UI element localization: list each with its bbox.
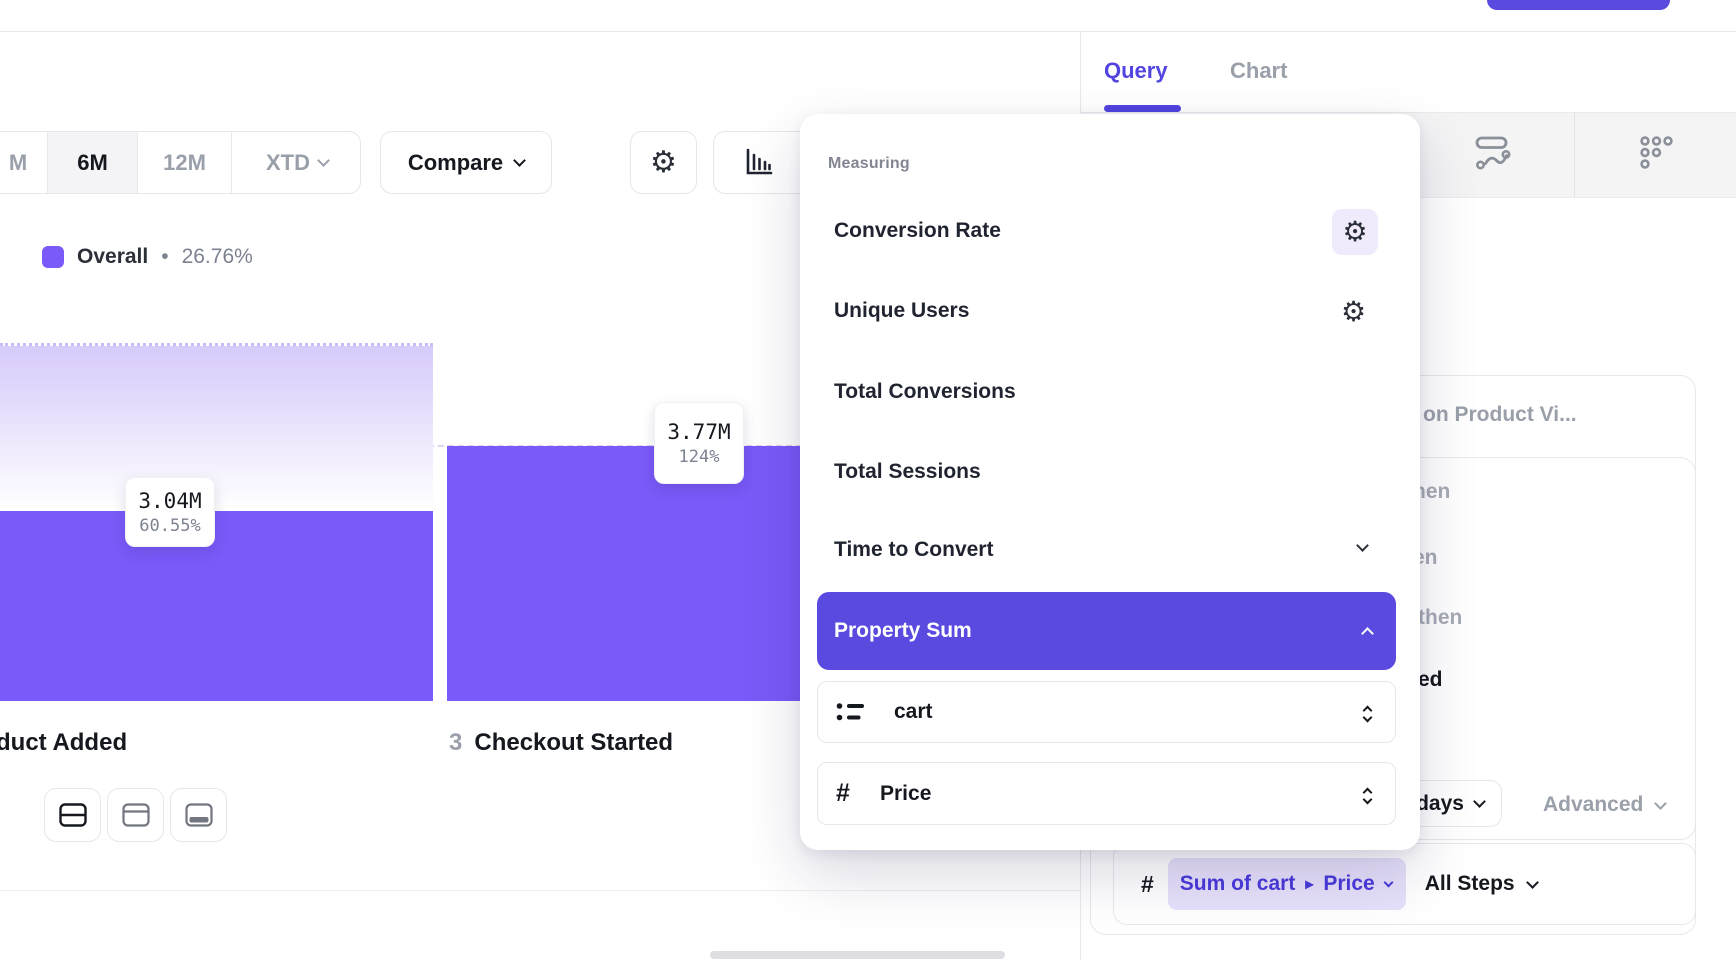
time-range-12m[interactable]: 12M bbox=[137, 132, 231, 193]
sum-of-cart-price-chip[interactable]: Sum of cart ▸ Price bbox=[1168, 858, 1406, 910]
days-label: days bbox=[1416, 792, 1464, 816]
property-sum-label: Property Sum bbox=[834, 619, 972, 643]
all-steps-label: All Steps bbox=[1425, 872, 1515, 896]
breakdown-view-button[interactable] bbox=[1638, 134, 1678, 179]
number-type-icon: # bbox=[836, 779, 866, 808]
step-name: Checkout Started bbox=[474, 729, 673, 756]
layout-split-horizontal-button[interactable] bbox=[44, 788, 101, 842]
select-stepper-icon bbox=[1364, 703, 1371, 721]
chart-legend[interactable]: Overall • 26.76% bbox=[42, 245, 253, 269]
compare-label: Compare bbox=[408, 150, 503, 176]
value-label: 3.04M bbox=[138, 489, 201, 513]
chevron-down-icon bbox=[317, 154, 330, 167]
dots-grid-icon bbox=[1638, 134, 1678, 174]
menu-item-unique-users[interactable]: Unique Users bbox=[834, 299, 969, 323]
chevron-down-icon bbox=[1473, 795, 1486, 808]
layout-bottom-panel-button[interactable] bbox=[170, 788, 227, 842]
conversion-label: 124% bbox=[679, 447, 720, 467]
funnel-step-label-1: duct Added bbox=[0, 729, 127, 757]
conversion-label: 60.55% bbox=[139, 516, 200, 536]
time-range-xtd-label: XTD bbox=[266, 150, 310, 176]
legend-series-name: Overall bbox=[77, 245, 148, 269]
all-steps-selector[interactable]: All Steps bbox=[1425, 872, 1537, 896]
chart-bottom-divider bbox=[0, 890, 1080, 891]
split-rows-icon bbox=[59, 803, 87, 827]
menu-item-property-sum-selected[interactable]: Property Sum bbox=[817, 592, 1396, 670]
funnel-bar-1[interactable] bbox=[0, 511, 433, 701]
layout-top-panel-button[interactable] bbox=[107, 788, 164, 842]
arrow-right-icon: ▸ bbox=[1305, 874, 1313, 894]
compare-button[interactable]: Compare bbox=[380, 131, 552, 194]
chart-settings-button[interactable]: ⚙ bbox=[630, 131, 697, 194]
layout-toggle-group bbox=[44, 788, 227, 842]
list-icon bbox=[836, 701, 866, 724]
chevron-down-icon bbox=[513, 154, 526, 167]
gear-icon: ⚙ bbox=[650, 148, 677, 178]
advanced-button[interactable]: Advanced bbox=[1543, 793, 1665, 817]
menu-item-total-conversions[interactable]: Total Conversions bbox=[834, 380, 1016, 404]
tab-chart[interactable]: Chart bbox=[1230, 58, 1287, 84]
menu-item-time-to-convert[interactable]: Time to Convert bbox=[834, 538, 993, 562]
time-range-6m[interactable]: 6M bbox=[47, 132, 137, 193]
number-type-icon: # bbox=[1141, 871, 1154, 898]
numeric-property-value: Price bbox=[880, 782, 931, 806]
app-root: M 6M 12M XTD Compare ⚙ Overall • 26.76% bbox=[0, 0, 1736, 960]
time-range-segmented-control: M 6M 12M XTD bbox=[0, 131, 361, 194]
toolbar-band-divider bbox=[1574, 113, 1575, 197]
active-tab-underline bbox=[1104, 105, 1181, 112]
chevron-down-icon bbox=[1356, 539, 1369, 552]
query-card-title-fragment: on Product Vi... bbox=[1423, 403, 1577, 427]
event-property-select[interactable]: cart bbox=[817, 681, 1396, 743]
measurement-row: # Sum of cart ▸ Price All Steps bbox=[1113, 843, 1696, 925]
horizontal-scrollbar[interactable] bbox=[710, 951, 1005, 959]
flow-stream-icon bbox=[1474, 134, 1512, 174]
chip-right: Price bbox=[1323, 872, 1374, 896]
legend-overall-rate: 26.76% bbox=[182, 245, 253, 269]
bottom-panel-icon bbox=[185, 803, 213, 827]
chevron-down-icon bbox=[1655, 797, 1668, 810]
header-divider bbox=[0, 31, 1736, 32]
funnel-value-card-1: 3.04M 60.55% bbox=[125, 477, 215, 547]
event-property-value: cart bbox=[894, 700, 933, 724]
tab-query[interactable]: Query bbox=[1104, 58, 1168, 84]
step-number: 3 bbox=[449, 729, 462, 756]
time-range-xtd[interactable]: XTD bbox=[231, 132, 361, 193]
time-range-m[interactable]: M bbox=[0, 132, 47, 193]
chip-left: Sum of cart bbox=[1180, 872, 1296, 896]
funnel-bar-1-upper-segment[interactable] bbox=[0, 343, 433, 511]
chevron-down-icon bbox=[1526, 876, 1539, 889]
dropdown-section-label: Measuring bbox=[828, 155, 910, 173]
legend-separator: • bbox=[161, 245, 168, 269]
menu-item-total-sessions[interactable]: Total Sessions bbox=[834, 460, 981, 484]
primary-action-button[interactable] bbox=[1487, 0, 1670, 10]
value-label: 3.77M bbox=[667, 420, 730, 444]
menu-item-conversion-rate[interactable]: Conversion Rate bbox=[834, 219, 1001, 243]
step-text-fragment: then bbox=[1418, 606, 1462, 630]
funnel-value-card-2: 3.77M 124% bbox=[654, 402, 744, 484]
flow-view-button[interactable] bbox=[1474, 134, 1512, 179]
advanced-label: Advanced bbox=[1543, 793, 1643, 817]
unique-users-settings-gear-icon[interactable]: ⚙ bbox=[1341, 298, 1366, 326]
chevron-down-icon bbox=[1383, 877, 1393, 887]
top-panel-icon bbox=[122, 803, 150, 827]
gear-icon: ⚙ bbox=[1342, 218, 1367, 246]
funnel-step-label-2: 3 Checkout Started bbox=[449, 729, 673, 757]
select-stepper-icon bbox=[1364, 785, 1371, 803]
conversion-rate-settings-button[interactable]: ⚙ bbox=[1332, 209, 1378, 255]
funnel-bar-2[interactable] bbox=[447, 446, 810, 701]
numeric-property-select[interactable]: # Price bbox=[817, 762, 1396, 825]
chevron-up-icon bbox=[1361, 627, 1374, 640]
bar-chart-icon bbox=[744, 148, 774, 177]
measuring-dropdown: Measuring Conversion Rate ⚙ Unique Users… bbox=[800, 114, 1420, 850]
legend-swatch bbox=[42, 246, 64, 268]
